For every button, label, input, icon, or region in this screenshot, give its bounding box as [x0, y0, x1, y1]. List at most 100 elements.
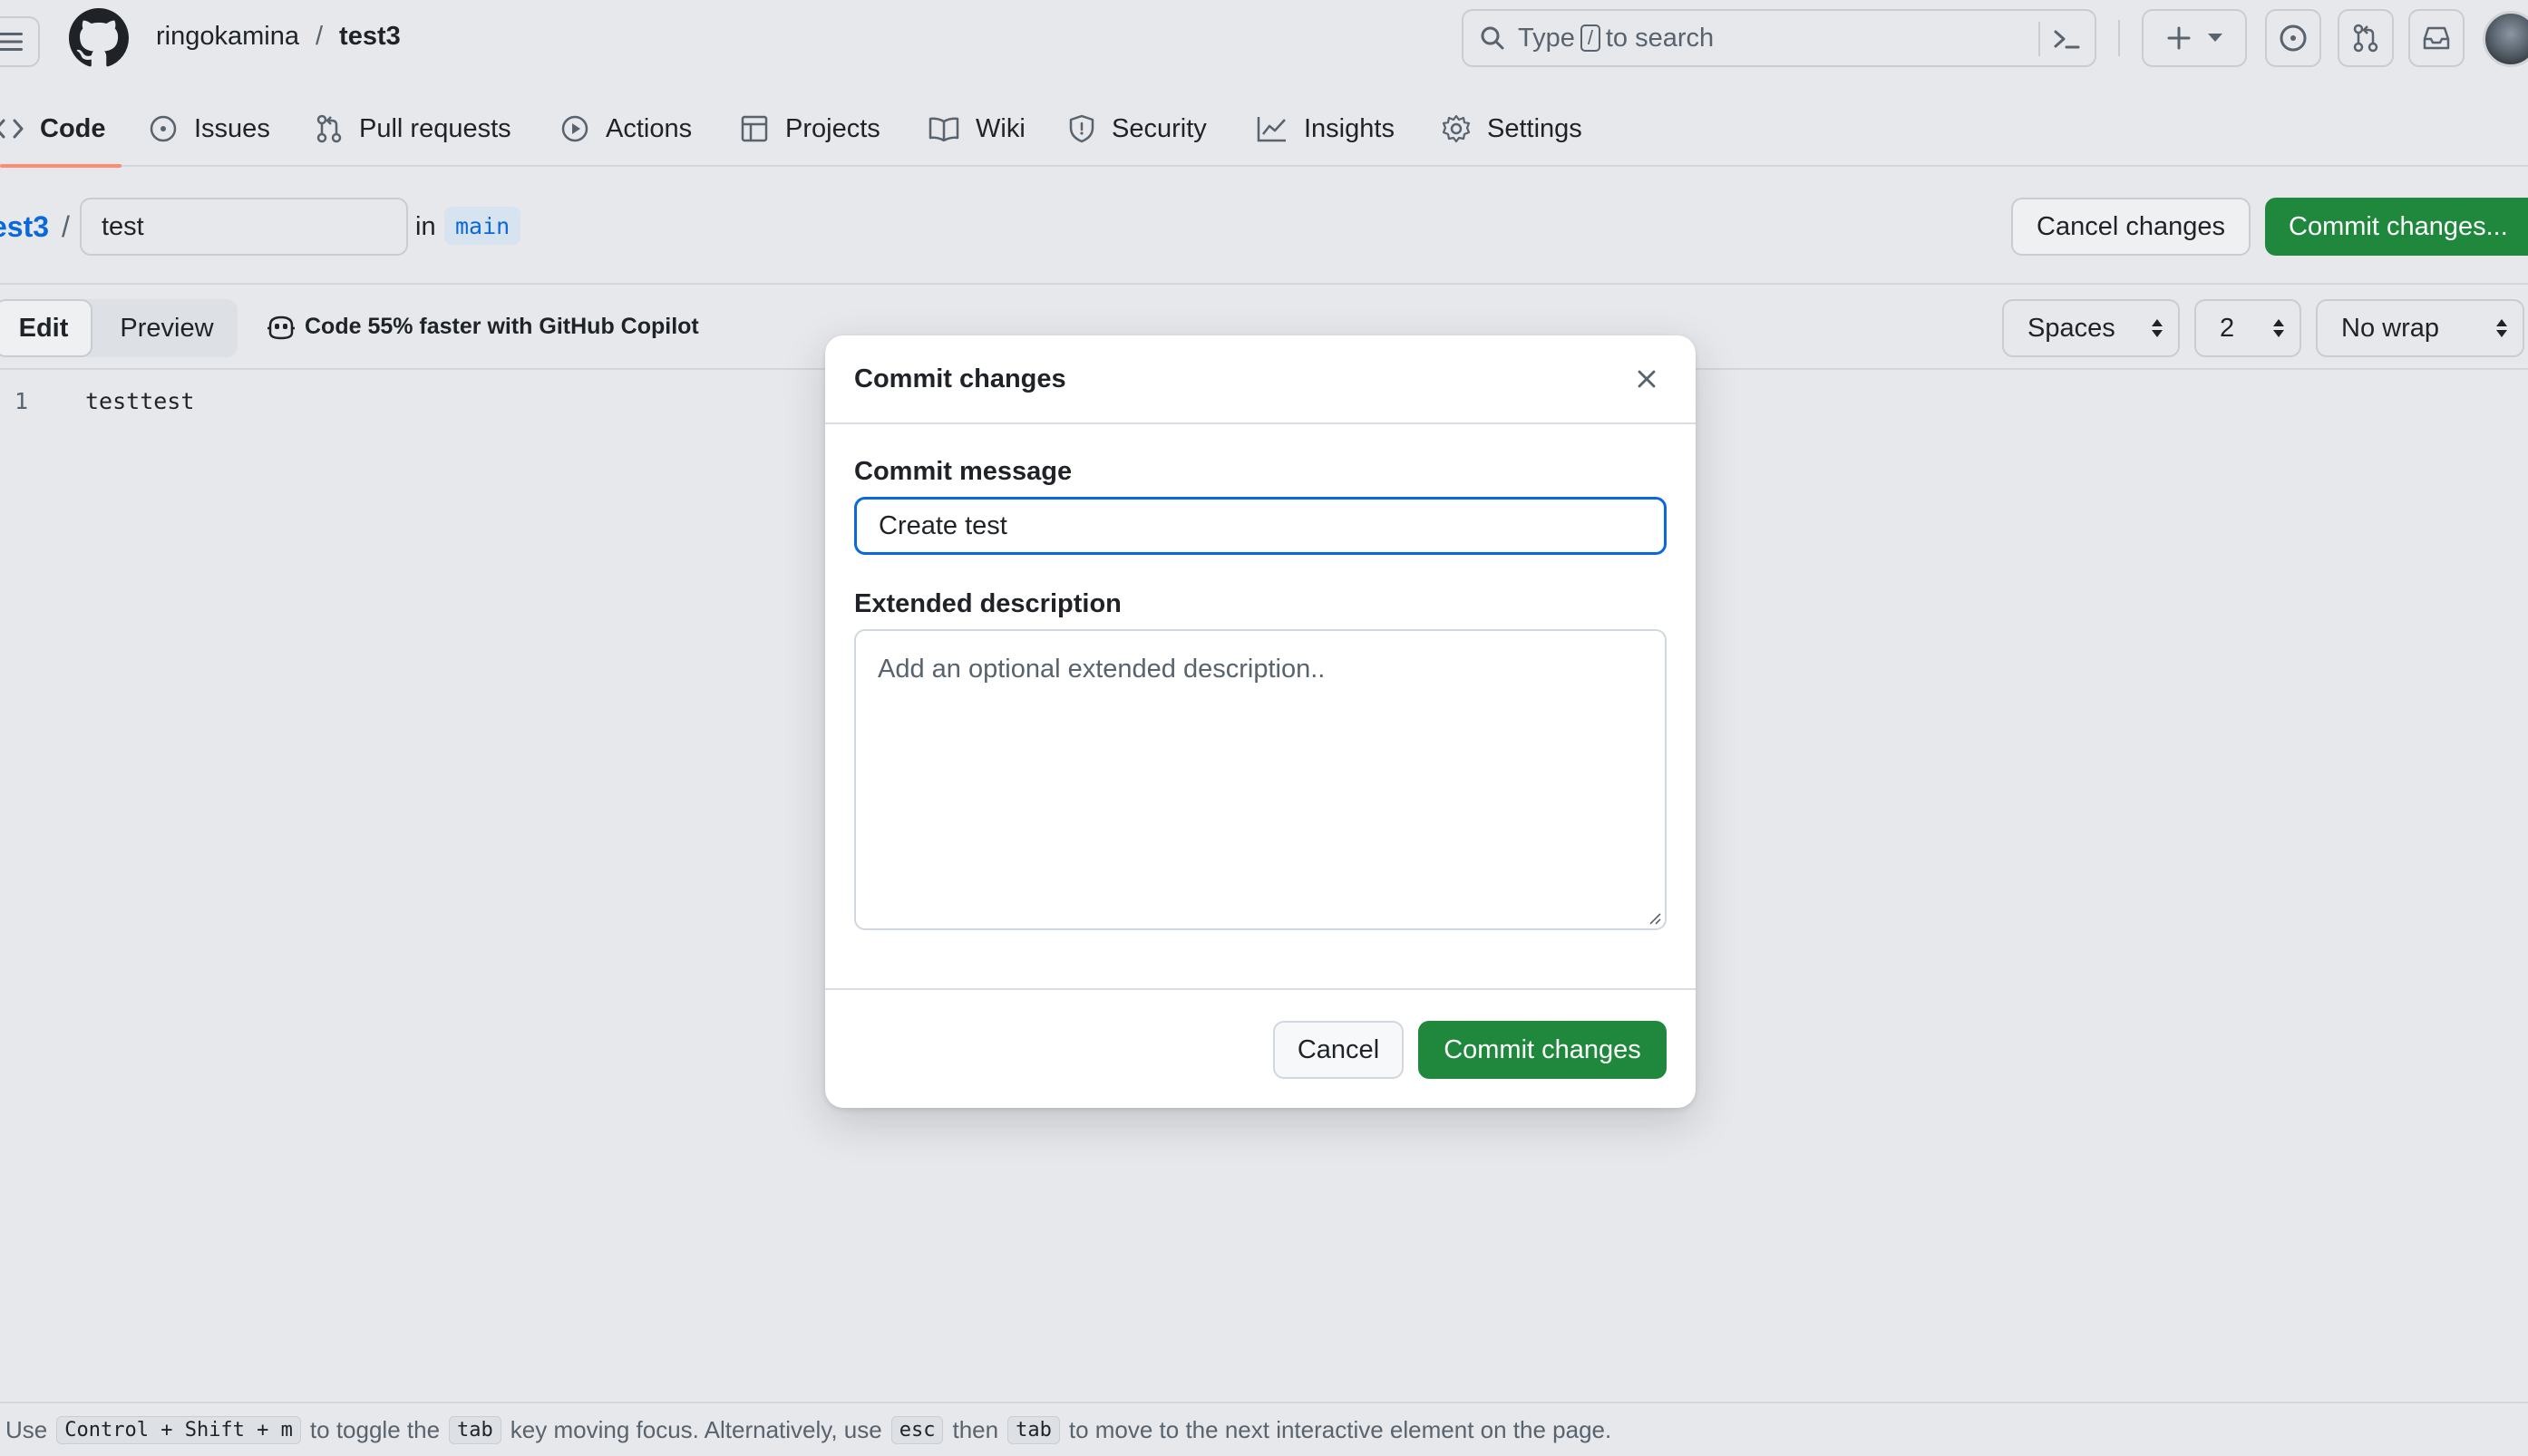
- indent-mode-select[interactable]: Spaces: [2002, 299, 2180, 357]
- tab-security[interactable]: Security: [1068, 107, 1207, 150]
- git-pull-request-icon: [2352, 24, 2379, 53]
- hint-key: Control + Shift + m: [56, 1415, 301, 1444]
- hint-key: tab: [1007, 1415, 1060, 1444]
- dialog-header: Commit changes: [825, 335, 1696, 424]
- search-suffix: to search: [1605, 23, 1715, 53]
- tab-code[interactable]: Code: [0, 107, 106, 150]
- create-new-button[interactable]: [2142, 9, 2247, 67]
- menu-button[interactable]: [0, 16, 40, 67]
- commit-message-input[interactable]: Create test: [854, 497, 1667, 555]
- extended-description-textarea[interactable]: Add an optional extended description..: [854, 629, 1667, 930]
- tab-label: Actions: [606, 113, 693, 143]
- search-divider: [2038, 22, 2040, 56]
- tab-label: Projects: [785, 113, 880, 143]
- copilot-promo-link[interactable]: Code 55% faster with GitHub Copilot: [267, 314, 699, 340]
- pull-requests-button[interactable]: [2338, 9, 2394, 67]
- cancel-changes-button[interactable]: Cancel changes: [2011, 198, 2251, 256]
- github-logo-icon[interactable]: [69, 8, 129, 68]
- repo-breadcrumb-link[interactable]: est3: [0, 210, 49, 244]
- git-pull-request-icon: [316, 114, 343, 143]
- indent-size-select[interactable]: 2: [2194, 299, 2301, 357]
- commit-changes-button[interactable]: Commit changes...: [2265, 198, 2528, 256]
- play-icon: [560, 114, 589, 143]
- tab-label: Security: [1112, 113, 1207, 143]
- repo-owner-link[interactable]: ringokamina: [156, 22, 299, 52]
- tab-wiki[interactable]: Wiki: [929, 107, 1026, 150]
- copilot-promo-text: Code 55% faster with GitHub Copilot: [305, 314, 699, 339]
- hint-text: to toggle the: [309, 1415, 441, 1443]
- commit-message-label: Commit message: [854, 457, 1073, 486]
- search-input[interactable]: Type / to search: [1462, 9, 2096, 67]
- issue-opened-icon: [149, 114, 178, 143]
- select-caret-icon: [2151, 317, 2163, 339]
- breadcrumb-separator: /: [62, 210, 70, 243]
- commit-changes-submit-button[interactable]: Commit changes: [1418, 1021, 1667, 1079]
- hint-text: then: [952, 1415, 999, 1443]
- keyboard-focus-hint: Use Control + Shift + m to toggle the ta…: [0, 1402, 2528, 1456]
- shield-icon: [1068, 114, 1095, 143]
- table-icon: [740, 114, 769, 143]
- tab-pull-requests[interactable]: Pull requests: [316, 107, 511, 150]
- inbox-button[interactable]: [2408, 9, 2465, 67]
- tab-label: Wiki: [976, 113, 1026, 143]
- dialog-title: Commit changes: [854, 364, 1066, 393]
- repo-nav: Code Issues Pull requests Actions Projec…: [0, 94, 2528, 168]
- avatar[interactable]: [2483, 11, 2528, 67]
- description-placeholder: Add an optional extended description..: [878, 655, 1326, 684]
- extended-description-label: Extended description: [854, 589, 1122, 618]
- branch-name-badge: main: [444, 207, 521, 245]
- hint-key: esc: [890, 1415, 944, 1444]
- issues-button[interactable]: [2265, 9, 2321, 67]
- active-tab-underline: [0, 164, 122, 168]
- graph-icon: [1257, 115, 1288, 142]
- tab-preview[interactable]: Preview: [96, 299, 238, 357]
- command-palette-icon[interactable]: [2051, 24, 2082, 54]
- dialog-footer: Cancel Commit changes: [825, 988, 1696, 1108]
- tab-label: Issues: [194, 113, 270, 143]
- line-number: 1: [15, 388, 29, 414]
- tab-edit[interactable]: Edit: [0, 299, 92, 357]
- hint-text: Use: [5, 1415, 48, 1443]
- line-content: testtest: [85, 388, 195, 414]
- commit-changes-dialog: Commit changes Commit message Create tes…: [825, 335, 1696, 1108]
- file-name-bar: est3 / test in main Cancel changes Commi…: [0, 169, 2528, 285]
- book-icon: [929, 116, 959, 141]
- close-icon[interactable]: [1630, 363, 1663, 395]
- triangle-down-icon: [2208, 34, 2222, 43]
- in-branch-label: in: [415, 212, 436, 241]
- hint-text: key moving focus. Alternatively, use: [510, 1415, 882, 1443]
- tab-settings[interactable]: Settings: [1442, 107, 1582, 150]
- breadcrumb-separator: /: [315, 22, 324, 51]
- cancel-button[interactable]: Cancel: [1273, 1021, 1404, 1079]
- repo-breadcrumb: ringokamina / test3: [156, 22, 401, 52]
- search-prefix: Type: [1518, 23, 1575, 53]
- tab-insights[interactable]: Insights: [1257, 107, 1395, 150]
- tab-label: Insights: [1304, 113, 1395, 143]
- code-icon: [0, 118, 24, 140]
- search-icon: [1480, 25, 1505, 51]
- tab-label: Settings: [1487, 113, 1582, 143]
- issue-opened-icon: [2279, 24, 2308, 53]
- repo-name-link[interactable]: test3: [339, 22, 401, 52]
- tab-label: Code: [40, 113, 106, 143]
- hint-key: tab: [449, 1415, 501, 1444]
- wrap-mode-select[interactable]: No wrap: [2316, 299, 2524, 357]
- hamburger-icon: [0, 32, 23, 52]
- indent-mode-value: Spaces: [2027, 313, 2115, 343]
- tab-projects[interactable]: Projects: [740, 107, 880, 150]
- edit-preview-tabs: Edit Preview: [0, 299, 238, 357]
- indent-size-value: 2: [2220, 313, 2235, 343]
- inbox-icon: [2422, 25, 2451, 51]
- search-placeholder: Type / to search: [1518, 24, 1714, 53]
- search-shortcut-key: /: [1580, 24, 1600, 52]
- header-divider: [2118, 20, 2120, 56]
- hint-text: to move to the next interactive element …: [1068, 1415, 1612, 1443]
- tab-actions[interactable]: Actions: [560, 107, 692, 150]
- global-header: ringokamina / test3 Type / to search: [0, 0, 2528, 82]
- filename-input[interactable]: test: [80, 198, 408, 256]
- select-caret-icon: [2495, 317, 2508, 339]
- select-caret-icon: [2272, 317, 2285, 339]
- resize-handle-icon[interactable]: [1647, 910, 1661, 925]
- tab-issues[interactable]: Issues: [149, 107, 270, 150]
- copilot-icon: [267, 315, 296, 340]
